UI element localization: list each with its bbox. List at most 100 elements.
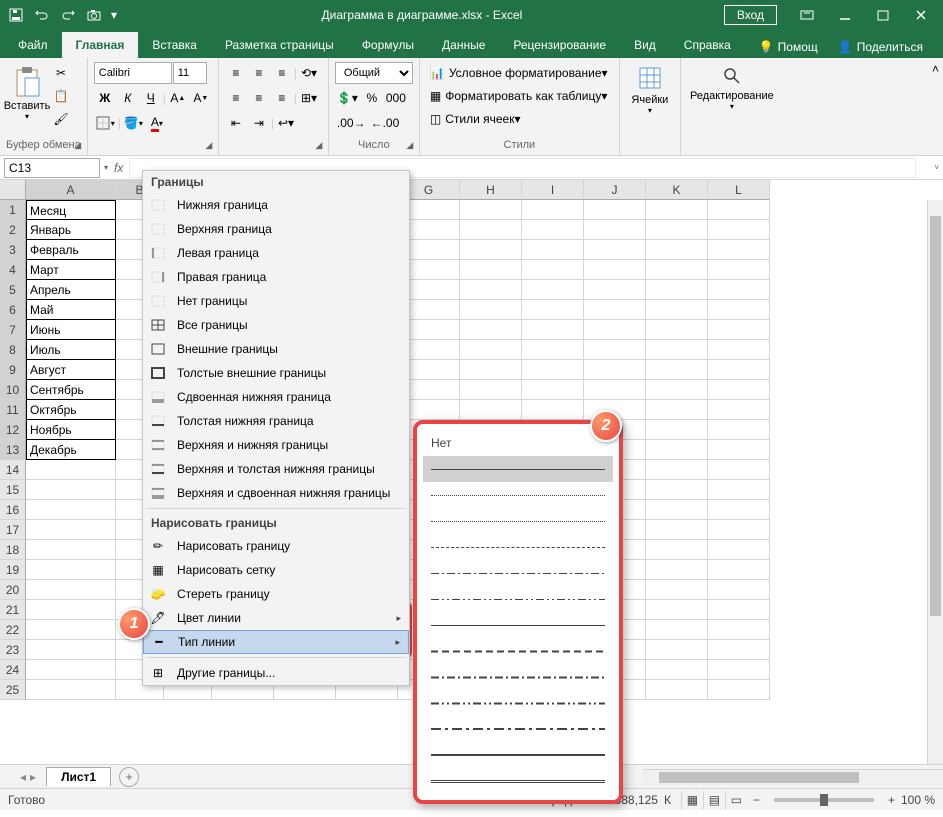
column-header[interactable]: A (26, 180, 116, 200)
cell[interactable] (646, 240, 708, 260)
cell[interactable] (708, 440, 770, 460)
qat-dropdown-icon[interactable]: ▾ (108, 3, 120, 27)
bold-button[interactable]: Ж (94, 87, 116, 109)
cell[interactable] (26, 640, 116, 660)
border-option[interactable]: Верхняя граница (143, 217, 409, 241)
align-left-icon[interactable]: ≡ (225, 87, 247, 109)
row-header[interactable]: 8 (0, 340, 26, 360)
cell[interactable] (646, 540, 708, 560)
row-header[interactable]: 3 (0, 240, 26, 260)
border-option[interactable]: Верхняя и нижняя границы (143, 433, 409, 457)
cell[interactable] (708, 220, 770, 240)
cell[interactable] (522, 280, 584, 300)
column-header[interactable]: H (460, 180, 522, 200)
borders-button[interactable]: ▾ (94, 112, 117, 134)
cell[interactable] (646, 440, 708, 460)
line-style-dash-dot-dot[interactable] (423, 586, 613, 612)
border-option[interactable]: Нижняя граница (143, 193, 409, 217)
cell[interactable] (646, 660, 708, 680)
cell[interactable] (708, 280, 770, 300)
tab-formulas[interactable]: Формулы (348, 32, 428, 58)
border-option[interactable]: Толстые внешние границы (143, 361, 409, 385)
cell[interactable] (460, 260, 522, 280)
cell[interactable] (646, 340, 708, 360)
more-borders-item[interactable]: ⊞Другие границы... (143, 661, 409, 685)
cell[interactable] (584, 200, 646, 220)
cell[interactable] (708, 300, 770, 320)
cell[interactable] (708, 600, 770, 620)
column-header[interactable]: I (522, 180, 584, 200)
line-style-medium-dash-dot-dot[interactable] (423, 690, 613, 716)
page-break-view-icon[interactable]: ▭ (725, 791, 747, 809)
cell[interactable] (646, 640, 708, 660)
cell[interactable] (708, 640, 770, 660)
line-style-medium-dashed[interactable] (423, 638, 613, 664)
fx-icon[interactable]: fx (108, 161, 129, 175)
align-right-icon[interactable]: ≡ (271, 87, 293, 109)
cell[interactable] (708, 380, 770, 400)
cells-button[interactable]: Ячейки ▾ (626, 62, 674, 128)
cell[interactable] (460, 280, 522, 300)
vertical-scrollbar[interactable] (927, 200, 943, 764)
border-option[interactable]: Нет границы (143, 289, 409, 313)
tab-file[interactable]: Файл (4, 32, 62, 58)
cell[interactable]: Декабрь (26, 440, 116, 460)
cell[interactable] (708, 200, 770, 220)
cell[interactable] (708, 360, 770, 380)
draw-border-option[interactable]: ▦Нарисовать сетку (143, 558, 409, 582)
cell[interactable] (646, 200, 708, 220)
line-style-dotted[interactable] (423, 482, 613, 508)
cell[interactable] (708, 320, 770, 340)
cell[interactable] (522, 400, 584, 420)
row-header[interactable]: 6 (0, 300, 26, 320)
cell[interactable] (584, 320, 646, 340)
cell[interactable]: Октябрь (26, 400, 116, 420)
cell[interactable]: Август (26, 360, 116, 380)
cell[interactable] (26, 680, 116, 700)
cell[interactable] (646, 620, 708, 640)
cell[interactable]: Месяц (26, 200, 116, 220)
merge-icon[interactable]: ⊞▾ (298, 87, 320, 109)
row-header[interactable]: 15 (0, 480, 26, 500)
cell[interactable] (522, 380, 584, 400)
cell[interactable]: Февраль (26, 240, 116, 260)
row-header[interactable]: 17 (0, 520, 26, 540)
zoom-out-icon[interactable]: − (753, 793, 760, 807)
row-header[interactable]: 5 (0, 280, 26, 300)
cell[interactable] (708, 340, 770, 360)
cell[interactable] (646, 480, 708, 500)
cell[interactable] (26, 660, 116, 680)
cut-icon[interactable]: ✂ (50, 62, 72, 84)
close-icon[interactable] (903, 3, 939, 27)
border-option[interactable]: Толстая нижняя граница (143, 409, 409, 433)
collapse-ribbon-icon[interactable]: ˄ (928, 58, 943, 155)
copy-icon[interactable]: 📋 (50, 85, 72, 107)
cell[interactable] (708, 400, 770, 420)
row-header[interactable]: 21 (0, 600, 26, 620)
orientation-icon[interactable]: ⟲▾ (298, 62, 320, 84)
cell[interactable] (708, 240, 770, 260)
cell[interactable] (646, 500, 708, 520)
signin-button[interactable]: Вход (724, 5, 777, 25)
row-header[interactable]: 23 (0, 640, 26, 660)
select-all-corner[interactable] (0, 180, 26, 200)
number-format-select[interactable]: Общий (335, 62, 413, 84)
cell-styles-button[interactable]: ◫ Стили ячеек ▾ (426, 108, 525, 130)
add-sheet-button[interactable]: + (119, 767, 139, 787)
tab-home[interactable]: Главная (62, 32, 139, 58)
horizontal-scrollbar[interactable] (643, 769, 943, 785)
align-top-icon[interactable]: ≡ (225, 62, 247, 84)
cell[interactable] (522, 240, 584, 260)
cell[interactable] (460, 320, 522, 340)
cell[interactable] (708, 260, 770, 280)
cell[interactable] (460, 300, 522, 320)
cell[interactable] (646, 560, 708, 580)
line-style-dashed-fine[interactable] (423, 534, 613, 560)
cell[interactable] (584, 220, 646, 240)
cell[interactable] (708, 500, 770, 520)
decrease-decimal-icon[interactable]: ←.00 (369, 112, 402, 134)
decrease-font-icon[interactable]: A▼ (190, 87, 212, 109)
cell[interactable] (646, 460, 708, 480)
cell[interactable] (584, 240, 646, 260)
border-option[interactable]: Верхняя и сдвоенная нижняя границы (143, 481, 409, 505)
